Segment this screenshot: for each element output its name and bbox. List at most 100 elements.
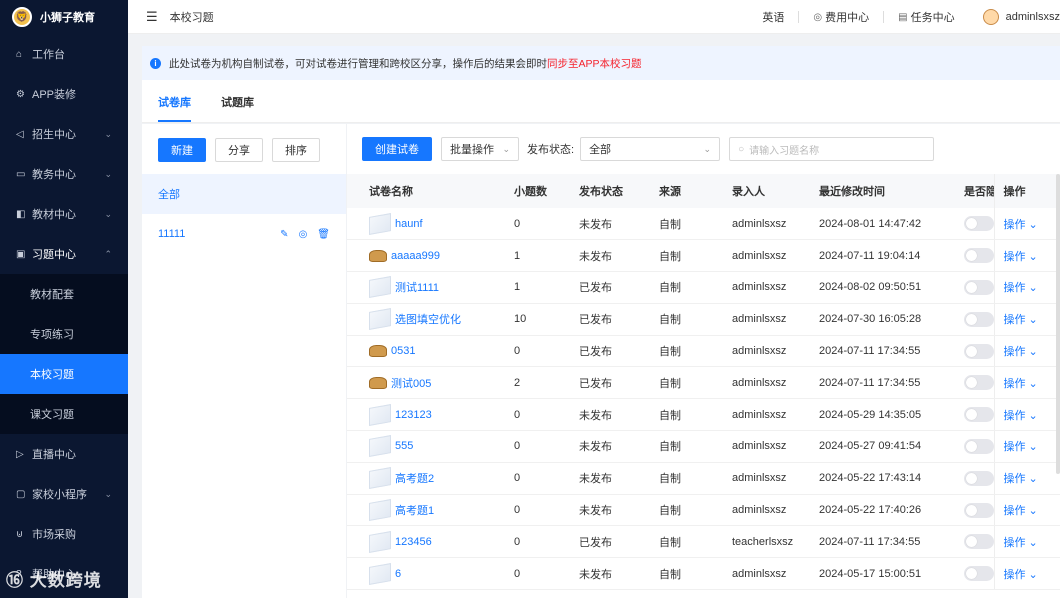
operation-dropdown[interactable]: 操作 <box>1004 410 1026 422</box>
hide-toggle[interactable] <box>964 534 994 550</box>
scrollbar[interactable] <box>1056 174 1060 474</box>
paper-name-cell: 123123 <box>347 398 492 432</box>
hide-toggle[interactable] <box>964 375 994 391</box>
paper-name-link[interactable]: 选图填空优化 <box>395 314 461 326</box>
new-button[interactable]: 新建 <box>158 138 206 162</box>
chevron-down-icon: ⌄ <box>1025 568 1038 581</box>
language-switch[interactable]: 英语 <box>762 9 784 25</box>
sidebar-item[interactable]: ◁ 招生中心 ⌄ <box>0 114 128 154</box>
cell-time: 2024-05-17 15:00:51 <box>797 557 942 591</box>
cell-author: adminlsxsz <box>710 398 797 432</box>
hidden-toggle-cell <box>942 239 994 273</box>
user-menu[interactable]: adminlsxsz <box>982 9 1060 25</box>
operation-dropdown[interactable]: 操作 <box>1004 282 1026 294</box>
chevron-down-icon: ⌄ <box>1025 505 1038 518</box>
cell-time: 2024-07-30 16:05:28 <box>797 303 942 336</box>
sidebar-item[interactable]: ▭ 教务中心 ⌄ <box>0 154 128 194</box>
sidebar-item[interactable]: ⚙ APP装修 <box>0 74 128 114</box>
edit-icon[interactable]: ✎ <box>280 229 288 240</box>
table-row: 6 0 未发布 自制 adminlsxsz 2024-05-17 15:00:51 操作 ⌄ <box>347 557 1060 591</box>
paper-name-link[interactable]: 高考题2 <box>395 473 434 485</box>
hide-toggle[interactable] <box>964 343 994 359</box>
cell-status: 未发布 <box>557 398 637 432</box>
cell-author: adminlsxsz <box>710 239 797 273</box>
paper-name-link[interactable]: haunf <box>395 218 423 230</box>
paper-name-link[interactable]: 0531 <box>391 345 415 357</box>
cell-source: 自制 <box>637 303 710 336</box>
operation-dropdown[interactable]: 操作 <box>1004 569 1026 581</box>
search-input[interactable]: ○ 请输入习题名称 <box>729 137 935 161</box>
tab-question-library[interactable]: 试题库 <box>221 94 254 122</box>
brand[interactable]: 🦁 小狮子教育 <box>0 0 128 34</box>
hide-toggle[interactable] <box>964 216 994 232</box>
paper-name-link[interactable]: 测试1111 <box>395 282 439 294</box>
chevron-down-icon: ⌄ <box>1025 473 1038 486</box>
operation-dropdown[interactable]: 操作 <box>1004 505 1026 517</box>
operation-dropdown[interactable]: 操作 <box>1004 473 1026 485</box>
category-item[interactable]: 11111 ✎ ◎ 🗑 <box>142 214 346 254</box>
sidebar-item[interactable]: ⌂ 工作台 <box>0 34 128 74</box>
eye-off-icon[interactable]: ◎ <box>299 229 308 240</box>
cell-count: 1 <box>492 239 557 273</box>
hide-toggle[interactable] <box>964 566 994 582</box>
hide-toggle[interactable] <box>964 438 994 454</box>
cell-status: 未发布 <box>557 430 637 463</box>
paper-name-link[interactable]: 123123 <box>395 409 432 421</box>
live-icon: ▷ <box>16 448 24 460</box>
hide-toggle[interactable] <box>964 279 994 295</box>
sidebar-item-label: APP装修 <box>32 89 77 101</box>
hide-toggle[interactable] <box>964 502 994 518</box>
sidebar-item[interactable]: ◧ 教材中心 ⌄ <box>0 194 128 234</box>
cell-source: 自制 <box>637 208 710 241</box>
batch-operation-select[interactable]: 批量操作 ⌄ <box>441 137 519 161</box>
cell-count: 0 <box>492 208 557 241</box>
tab-paper-library[interactable]: 试卷库 <box>158 94 191 122</box>
hide-toggle[interactable] <box>964 470 994 486</box>
sidebar-item[interactable]: ▢ 家校小程序 ⌄ <box>0 474 128 514</box>
operation-cell: 操作 ⌄ <box>993 494 1060 527</box>
operation-dropdown[interactable]: 操作 <box>1004 314 1026 326</box>
hidden-toggle-cell <box>942 398 994 432</box>
paper-name-link[interactable]: aaaaa999 <box>391 250 440 262</box>
table-row: 0531 0 已发布 自制 adminlsxsz 2024-07-11 17:34:55 操… <box>347 335 1060 368</box>
cell-count: 1 <box>492 271 557 304</box>
category-all[interactable]: 全部 <box>142 174 346 214</box>
operation-dropdown[interactable]: 操作 <box>1004 441 1026 453</box>
sort-button[interactable]: 排序 <box>272 138 320 162</box>
cell-author: adminlsxsz <box>710 335 797 368</box>
paper-name-link[interactable]: 高考题1 <box>395 505 434 517</box>
submenu-item[interactable]: 本校习题 <box>0 354 128 394</box>
fee-center-link[interactable]: ◎ 费用中心 <box>813 9 869 25</box>
exercise-submenu: 教材配套 专项练习 本校习题 课文习题 <box>0 274 128 434</box>
paper-name-link[interactable]: 测试005 <box>391 378 431 390</box>
sidebar-item[interactable]: ⊍ 市场采购 <box>0 514 128 554</box>
operation-dropdown[interactable]: 操作 <box>1004 537 1026 549</box>
sidebar-item-label: 直播中心 <box>32 449 76 461</box>
paper-name-link[interactable]: 6 <box>395 568 401 580</box>
cell-source: 自制 <box>637 398 710 432</box>
operation-dropdown[interactable]: 操作 <box>1004 219 1026 231</box>
table-row: 123123 0 未发布 自制 adminlsxsz 2024-05-29 14:35:0… <box>347 398 1060 432</box>
status-select[interactable]: 全部 ⌄ <box>580 137 721 161</box>
submenu-item[interactable]: 教材配套 <box>0 274 128 314</box>
hide-toggle[interactable] <box>964 248 994 264</box>
create-paper-button[interactable]: 创建试卷 <box>362 137 432 161</box>
sidebar-item[interactable]: ▷ 直播中心 <box>0 434 128 474</box>
cell-count: 0 <box>492 430 557 463</box>
submenu-item[interactable]: 课文习题 <box>0 394 128 434</box>
trash-icon[interactable]: 🗑 <box>317 229 330 240</box>
share-button[interactable]: 分享 <box>215 138 263 162</box>
paper-name-link[interactable]: 123456 <box>395 536 432 548</box>
menu-fold-icon[interactable]: ☰ <box>146 9 158 25</box>
hide-toggle[interactable] <box>964 407 994 423</box>
table-row: 选图填空优化 10 已发布 自制 adminlsxsz 2024-07-30 16:05:… <box>347 303 1060 336</box>
paper-name-link[interactable]: 555 <box>395 440 413 452</box>
megaphone-icon: ◁ <box>16 128 24 140</box>
task-center-link[interactable]: ▤ 任务中心 <box>898 9 954 25</box>
operation-dropdown[interactable]: 操作 <box>1004 251 1026 263</box>
operation-dropdown[interactable]: 操作 <box>1004 346 1026 358</box>
sidebar-item[interactable]: ▣ 习题中心 ⌃ <box>0 234 128 274</box>
hide-toggle[interactable] <box>964 311 994 327</box>
submenu-item[interactable]: 专项练习 <box>0 314 128 354</box>
operation-dropdown[interactable]: 操作 <box>1004 378 1026 390</box>
